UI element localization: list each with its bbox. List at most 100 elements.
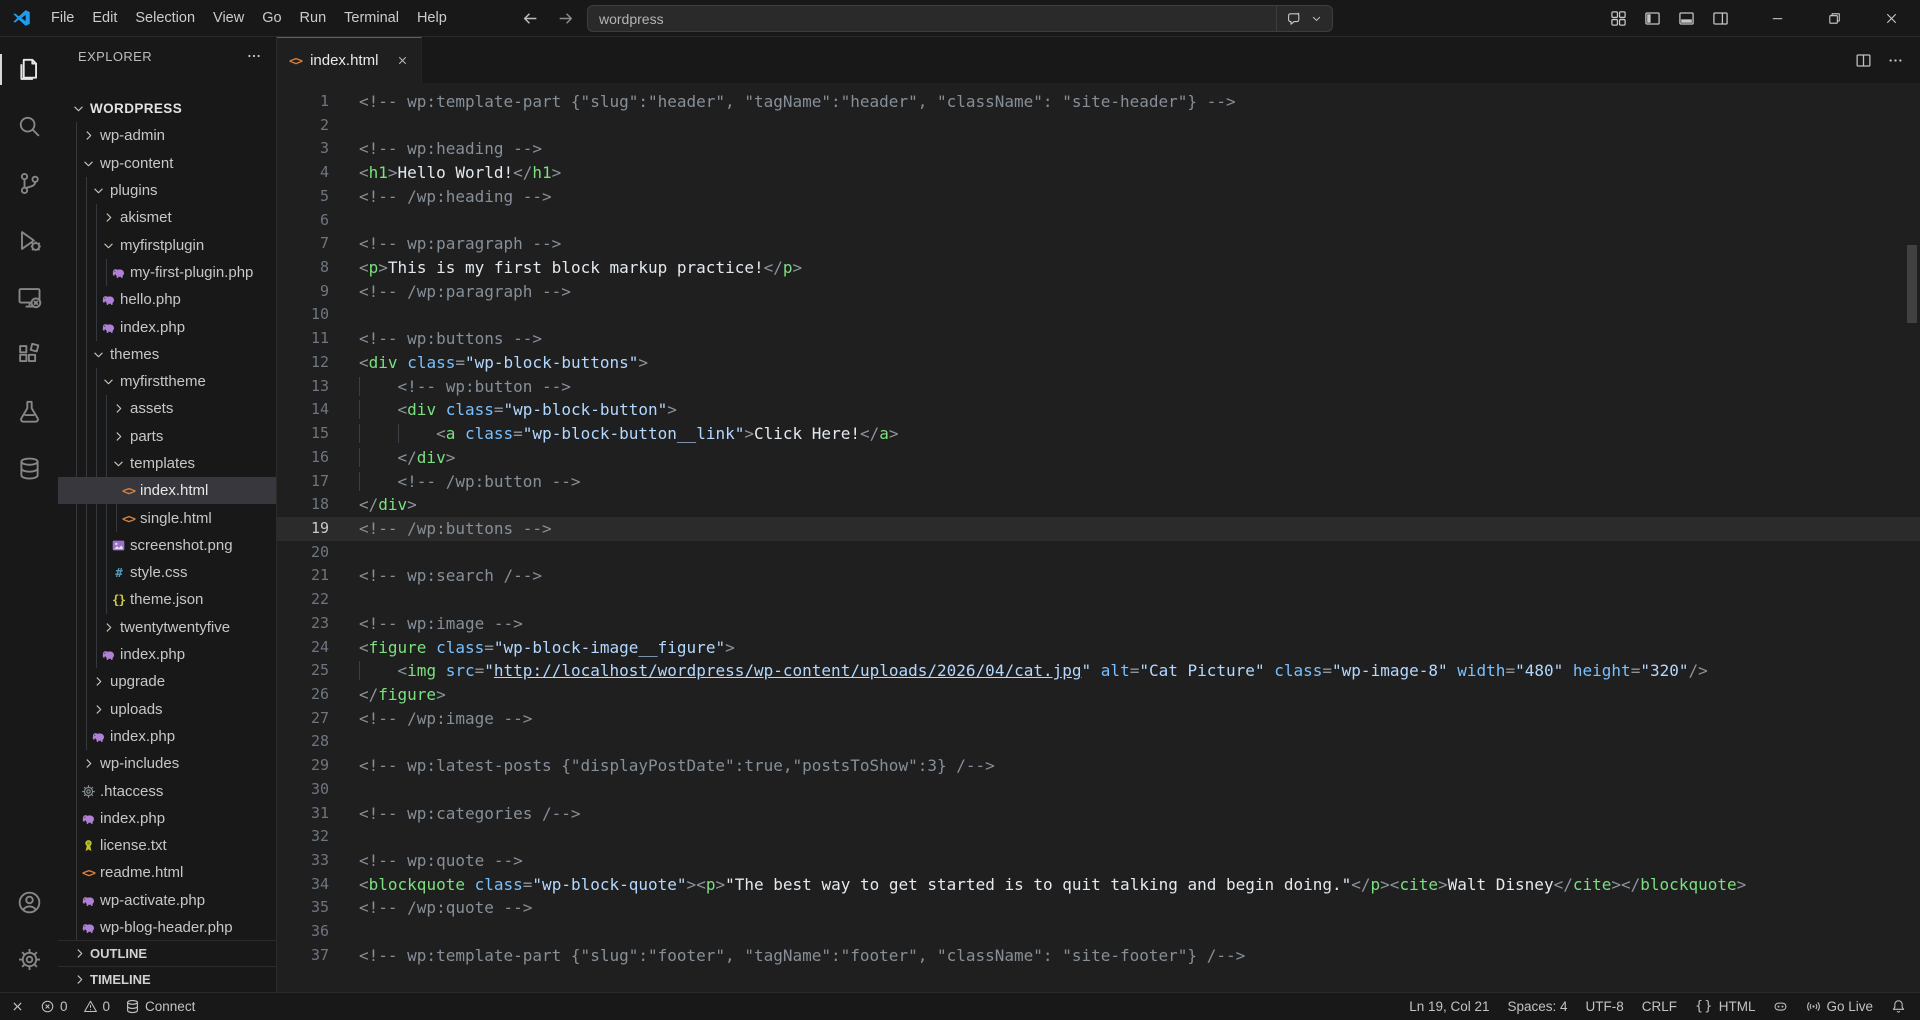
activity-testing-icon[interactable] (0, 383, 58, 440)
tree-item-index-php[interactable]: index.php (58, 805, 276, 832)
menu-selection[interactable]: Selection (126, 0, 204, 37)
code-line-28[interactable]: 28 (277, 730, 1920, 754)
line-number[interactable]: 36 (277, 920, 329, 944)
line-number[interactable]: 14 (277, 398, 329, 422)
code-line-9[interactable]: 9<!-- /wp:paragraph --> (277, 280, 1920, 304)
line-number[interactable]: 26 (277, 683, 329, 707)
menu-edit[interactable]: Edit (83, 0, 126, 37)
tree-item-myfirsttheme[interactable]: myfirsttheme (58, 368, 276, 395)
chevron-right-icon[interactable] (110, 401, 127, 416)
line-number[interactable]: 3 (277, 137, 329, 161)
line-number[interactable]: 37 (277, 944, 329, 968)
code-line-37[interactable]: 37<!-- wp:template-part {"slug":"footer"… (277, 944, 1920, 968)
line-number[interactable]: 11 (277, 327, 329, 351)
tree-item-parts[interactable]: parts (58, 423, 276, 450)
code-line-4[interactable]: 4<h1>Hello World!</h1> (277, 161, 1920, 185)
chevron-down-icon[interactable] (110, 456, 127, 471)
tab-index-html[interactable]: <> index.html (277, 37, 422, 83)
tree-item-plugins[interactable]: plugins (58, 177, 276, 204)
activity-settings-icon[interactable] (0, 931, 58, 988)
tree-item-index-html[interactable]: <>index.html (58, 477, 276, 504)
tree-item-wp-content[interactable]: wp-content (58, 150, 276, 177)
menu-terminal[interactable]: Terminal (335, 0, 408, 37)
tree-item-uploads[interactable]: uploads (58, 696, 276, 723)
activity-search-icon[interactable] (0, 98, 58, 155)
line-number[interactable]: 2 (277, 114, 329, 138)
activity-extensions-icon[interactable] (0, 326, 58, 383)
tree-item--htaccess[interactable]: .htaccess (58, 777, 276, 804)
code-line-7[interactable]: 7<!-- wp:paragraph --> (277, 232, 1920, 256)
menu-run[interactable]: Run (291, 0, 336, 37)
code-line-32[interactable]: 32 (277, 825, 1920, 849)
activity-explorer-icon[interactable] (0, 41, 58, 98)
code-line-25[interactable]: 25 <img src="http://localhost/wordpress/… (277, 659, 1920, 683)
toggle-panel-icon[interactable] (1678, 10, 1695, 27)
minimize-button[interactable] (1749, 0, 1806, 36)
toggle-primary-sidebar-icon[interactable] (1644, 10, 1661, 27)
line-number[interactable]: 34 (277, 873, 329, 897)
tree-item-akismet[interactable]: akismet (58, 204, 276, 231)
line-number[interactable]: 29 (277, 754, 329, 778)
line-number[interactable]: 8 (277, 256, 329, 280)
tree-item-twentytwentyfive[interactable]: twentytwentyfive (58, 614, 276, 641)
line-number[interactable]: 25 (277, 659, 329, 683)
chevron-down-icon[interactable] (100, 238, 117, 253)
code-line-5[interactable]: 5<!-- /wp:heading --> (277, 185, 1920, 209)
code-line-19[interactable]: 19<!-- /wp:buttons --> (277, 517, 1920, 541)
line-number[interactable]: 28 (277, 730, 329, 754)
more-actions-icon[interactable] (246, 48, 262, 64)
toggle-secondary-sidebar-icon[interactable] (1712, 10, 1729, 27)
menu-view[interactable]: View (204, 0, 253, 37)
code-line-14[interactable]: 14 <div class="wp-block-button"> (277, 398, 1920, 422)
line-number[interactable]: 10 (277, 303, 329, 327)
tree-item-screenshot-png[interactable]: screenshot.png (58, 532, 276, 559)
customize-layout-icon[interactable] (1610, 10, 1627, 27)
tree-item-index-php[interactable]: index.php (58, 723, 276, 750)
activity-remote-explorer-icon[interactable] (0, 269, 58, 326)
code-line-6[interactable]: 6 (277, 209, 1920, 233)
code-line-1[interactable]: 1<!-- wp:template-part {"slug":"header",… (277, 90, 1920, 114)
code-line-35[interactable]: 35<!-- /wp:quote --> (277, 896, 1920, 920)
code-line-23[interactable]: 23<!-- wp:image --> (277, 612, 1920, 636)
more-actions-icon[interactable] (1887, 52, 1904, 69)
code-line-2[interactable]: 2 (277, 114, 1920, 138)
chevron-right-icon[interactable] (90, 702, 107, 717)
tree-item-theme-json[interactable]: {}theme.json (58, 586, 276, 613)
close-tab-icon[interactable] (396, 54, 409, 67)
timeline-section[interactable]: TIMELINE (58, 966, 276, 992)
line-number[interactable]: 16 (277, 446, 329, 470)
restore-button[interactable] (1806, 0, 1863, 36)
tree-item-readme-html[interactable]: <>readme.html (58, 859, 276, 886)
copilot-chat-icon[interactable] (1286, 11, 1302, 27)
close-button[interactable] (1863, 0, 1920, 36)
chevron-right-icon[interactable] (80, 128, 97, 143)
line-number[interactable]: 22 (277, 588, 329, 612)
line-number[interactable]: 20 (277, 541, 329, 565)
line-number[interactable]: 15 (277, 422, 329, 446)
tree-item-myfirstplugin[interactable]: myfirstplugin (58, 231, 276, 258)
status-encoding[interactable]: UTF-8 (1586, 999, 1624, 1014)
line-number[interactable]: 7 (277, 232, 329, 256)
code-line-3[interactable]: 3<!-- wp:heading --> (277, 137, 1920, 161)
status-indentation[interactable]: Spaces: 4 (1508, 999, 1568, 1014)
status-warnings[interactable]: 0 (83, 999, 111, 1014)
tree-item-index-php[interactable]: index.php (58, 641, 276, 668)
status-sql-connect[interactable]: Connect (125, 999, 195, 1014)
menu-go[interactable]: Go (253, 0, 290, 37)
chevron-down-icon[interactable] (90, 347, 107, 362)
copilot-menu[interactable] (1276, 6, 1332, 31)
tree-item-wp-blog-header-php[interactable]: wp-blog-header.php (58, 914, 276, 940)
chevron-down-icon[interactable] (70, 101, 87, 116)
code-line-8[interactable]: 8<p>This is my first block markup practi… (277, 256, 1920, 280)
status-errors[interactable]: 0 (40, 999, 68, 1014)
chevron-down-icon[interactable] (90, 183, 107, 198)
code-line-12[interactable]: 12<div class="wp-block-buttons"> (277, 351, 1920, 375)
code-line-10[interactable]: 10 (277, 303, 1920, 327)
code-line-11[interactable]: 11<!-- wp:buttons --> (277, 327, 1920, 351)
tree-item-index-php[interactable]: index.php (58, 313, 276, 340)
line-number[interactable]: 12 (277, 351, 329, 375)
menu-file[interactable]: File (42, 0, 83, 37)
code-line-29[interactable]: 29<!-- wp:latest-posts {"displayPostDate… (277, 754, 1920, 778)
code-line-16[interactable]: 16 </div> (277, 446, 1920, 470)
tree-item-wp-includes[interactable]: wp-includes (58, 750, 276, 777)
